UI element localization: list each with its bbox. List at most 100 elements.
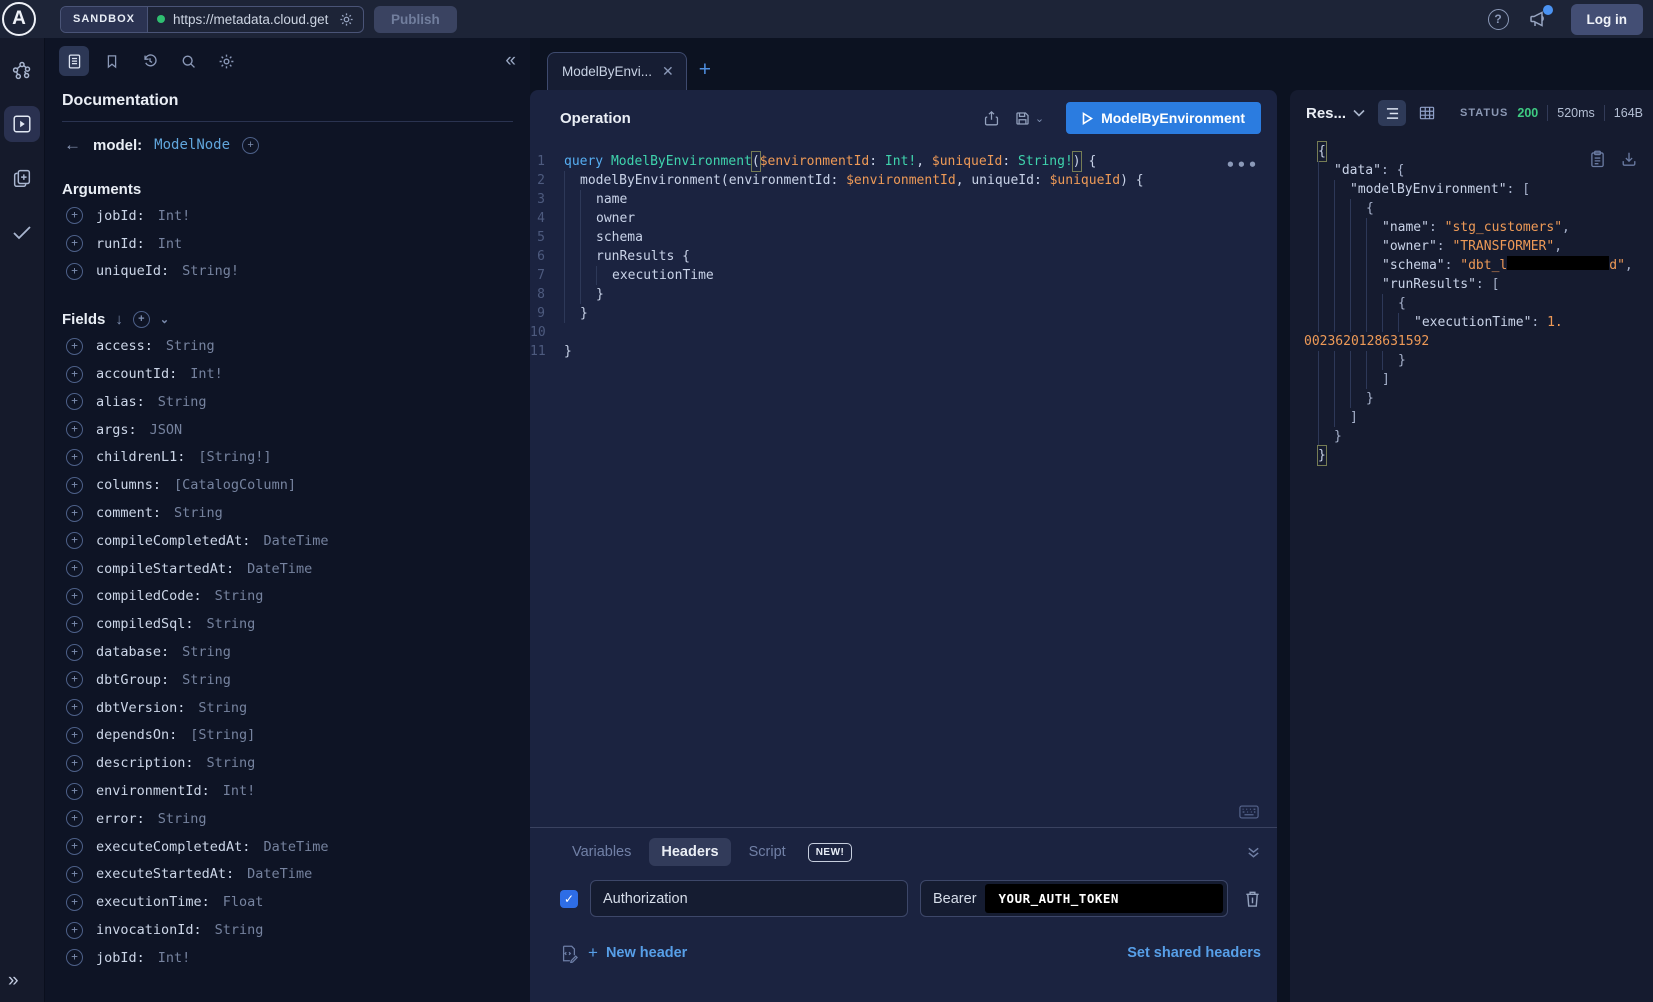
argument-row[interactable]: +jobId:Int!	[62, 202, 513, 230]
bookmarks-tab-icon[interactable]	[97, 46, 127, 76]
field-row[interactable]: +database:String	[62, 638, 513, 666]
argument-type[interactable]: Int	[158, 236, 182, 252]
add-field-button[interactable]: +	[66, 727, 83, 744]
endpoint-settings-icon[interactable]	[339, 12, 354, 27]
field-type[interactable]: String	[182, 672, 231, 688]
header-value-input[interactable]: Bearer YOUR_AUTH_TOKEN	[920, 880, 1228, 917]
field-type[interactable]: DateTime	[247, 866, 312, 882]
add-field-button[interactable]: +	[66, 894, 83, 911]
field-row[interactable]: +columns:[CatalogColumn]	[62, 471, 513, 499]
collapse-doc-panel-icon[interactable]: «	[505, 50, 516, 72]
download-response-icon[interactable]	[1621, 150, 1637, 168]
add-all-fields-button[interactable]: +	[133, 311, 150, 328]
field-row[interactable]: +args:JSON	[62, 416, 513, 444]
collapse-secondary-panel-icon[interactable]	[1246, 845, 1261, 860]
publish-button[interactable]: Publish	[374, 6, 457, 33]
header-key-input[interactable]: Authorization	[590, 880, 908, 917]
add-field-button[interactable]: +	[66, 949, 83, 966]
login-button[interactable]: Log in	[1571, 4, 1644, 35]
add-field-button[interactable]: +	[66, 755, 83, 772]
add-field-button[interactable]: +	[66, 477, 83, 494]
prettify-view-toggle[interactable]	[1378, 100, 1406, 126]
announcements-icon[interactable]	[1529, 10, 1549, 28]
add-field-button[interactable]: +	[66, 866, 83, 883]
add-field-button[interactable]: +	[66, 810, 83, 827]
save-options-chevron-icon[interactable]: ⌄	[1035, 112, 1044, 125]
run-operation-button[interactable]: ModelByEnvironment	[1066, 102, 1261, 134]
new-header-button[interactable]: + New header	[588, 943, 687, 963]
header-enabled-checkbox[interactable]: ✓	[560, 890, 578, 908]
sort-fields-icon[interactable]: ↓	[115, 311, 123, 328]
field-type[interactable]: String	[182, 644, 231, 660]
field-type[interactable]: DateTime	[263, 839, 328, 855]
add-field-button[interactable]: +	[66, 644, 83, 661]
field-type[interactable]: [String]	[190, 727, 255, 743]
field-row[interactable]: +compileStartedAt:DateTime	[62, 555, 513, 583]
close-tab-icon[interactable]: ✕	[662, 63, 674, 80]
add-type-button[interactable]: +	[242, 137, 259, 154]
environment-variables-icon[interactable]	[560, 944, 578, 963]
field-row[interactable]: +dbtGroup:String	[62, 666, 513, 694]
add-fields-chevron-icon[interactable]: ⌄	[160, 313, 169, 326]
new-tab-icon[interactable]: +	[699, 58, 711, 82]
argument-row[interactable]: +uniqueId:String!	[62, 258, 513, 286]
tab-variables[interactable]: Variables	[560, 838, 643, 866]
tab-script[interactable]: Script	[737, 838, 798, 866]
field-row[interactable]: +dbtVersion:String	[62, 694, 513, 722]
add-argument-button[interactable]: +	[66, 207, 83, 224]
add-field-button[interactable]: +	[66, 588, 83, 605]
field-row[interactable]: +executionTime:Float	[62, 888, 513, 916]
argument-row[interactable]: +runId:Int	[62, 230, 513, 258]
field-type[interactable]: [String!]	[198, 449, 271, 465]
field-type[interactable]: [CatalogColumn]	[174, 477, 296, 493]
field-row[interactable]: +environmentId:Int!	[62, 777, 513, 805]
field-row[interactable]: +compileCompletedAt:DateTime	[62, 527, 513, 555]
endpoint-url-input[interactable]: https://metadata.cloud.get	[173, 12, 331, 27]
add-field-button[interactable]: +	[66, 393, 83, 410]
field-type[interactable]: String	[215, 922, 264, 938]
add-argument-button[interactable]: +	[66, 263, 83, 280]
add-field-button[interactable]: +	[66, 505, 83, 522]
keyboard-shortcuts-icon[interactable]	[1239, 805, 1259, 819]
graph-nav-icon[interactable]	[4, 52, 40, 88]
table-view-toggle[interactable]	[1413, 100, 1441, 126]
response-dropdown-chevron-icon[interactable]	[1353, 109, 1365, 117]
field-row[interactable]: +access:String	[62, 332, 513, 360]
field-type[interactable]: JSON	[150, 422, 183, 438]
add-field-button[interactable]: +	[66, 449, 83, 466]
graphql-editor[interactable]: ••• 1query ModelByEnvironment($environme…	[530, 146, 1277, 827]
field-type[interactable]: Float	[223, 894, 264, 910]
checks-nav-icon[interactable]	[4, 214, 40, 250]
expand-rail-icon[interactable]: »	[8, 970, 19, 992]
add-field-button[interactable]: +	[66, 366, 83, 383]
tab-headers[interactable]: Headers	[649, 838, 730, 866]
field-type[interactable]: DateTime	[247, 561, 312, 577]
explorer-nav-icon[interactable]	[4, 106, 40, 142]
field-type[interactable]: String	[207, 616, 256, 632]
schema-settings-tab-icon[interactable]	[211, 46, 241, 76]
add-field-button[interactable]: +	[66, 838, 83, 855]
add-argument-button[interactable]: +	[66, 235, 83, 252]
field-type[interactable]: String	[198, 700, 247, 716]
documentation-tab-icon[interactable]	[59, 46, 89, 76]
share-operation-icon[interactable]	[983, 109, 1000, 127]
field-row[interactable]: +invocationId:String	[62, 916, 513, 944]
back-arrow-icon[interactable]: ←	[64, 135, 81, 155]
field-row[interactable]: +accountId:Int!	[62, 360, 513, 388]
add-field-button[interactable]: +	[66, 338, 83, 355]
copy-response-icon[interactable]	[1590, 150, 1605, 168]
field-row[interactable]: +executeStartedAt:DateTime	[62, 861, 513, 889]
argument-type[interactable]: Int!	[158, 208, 191, 224]
field-type[interactable]: String	[166, 338, 215, 354]
add-field-button[interactable]: +	[66, 783, 83, 800]
add-field-button[interactable]: +	[66, 421, 83, 438]
response-body[interactable]: {"data": {"modelByEnvironment": [{"name"…	[1290, 136, 1653, 1002]
field-row[interactable]: +compiledCode:String	[62, 583, 513, 611]
field-row[interactable]: +compiledSql:String	[62, 610, 513, 638]
sandbox-collections-icon[interactable]	[4, 160, 40, 196]
save-operation-group[interactable]: ⌄	[1014, 110, 1044, 127]
add-field-button[interactable]: +	[66, 922, 83, 939]
operation-tab[interactable]: ModelByEnvi... ✕	[547, 52, 687, 90]
argument-type[interactable]: String!	[182, 263, 239, 279]
field-row[interactable]: +alias:String	[62, 388, 513, 416]
